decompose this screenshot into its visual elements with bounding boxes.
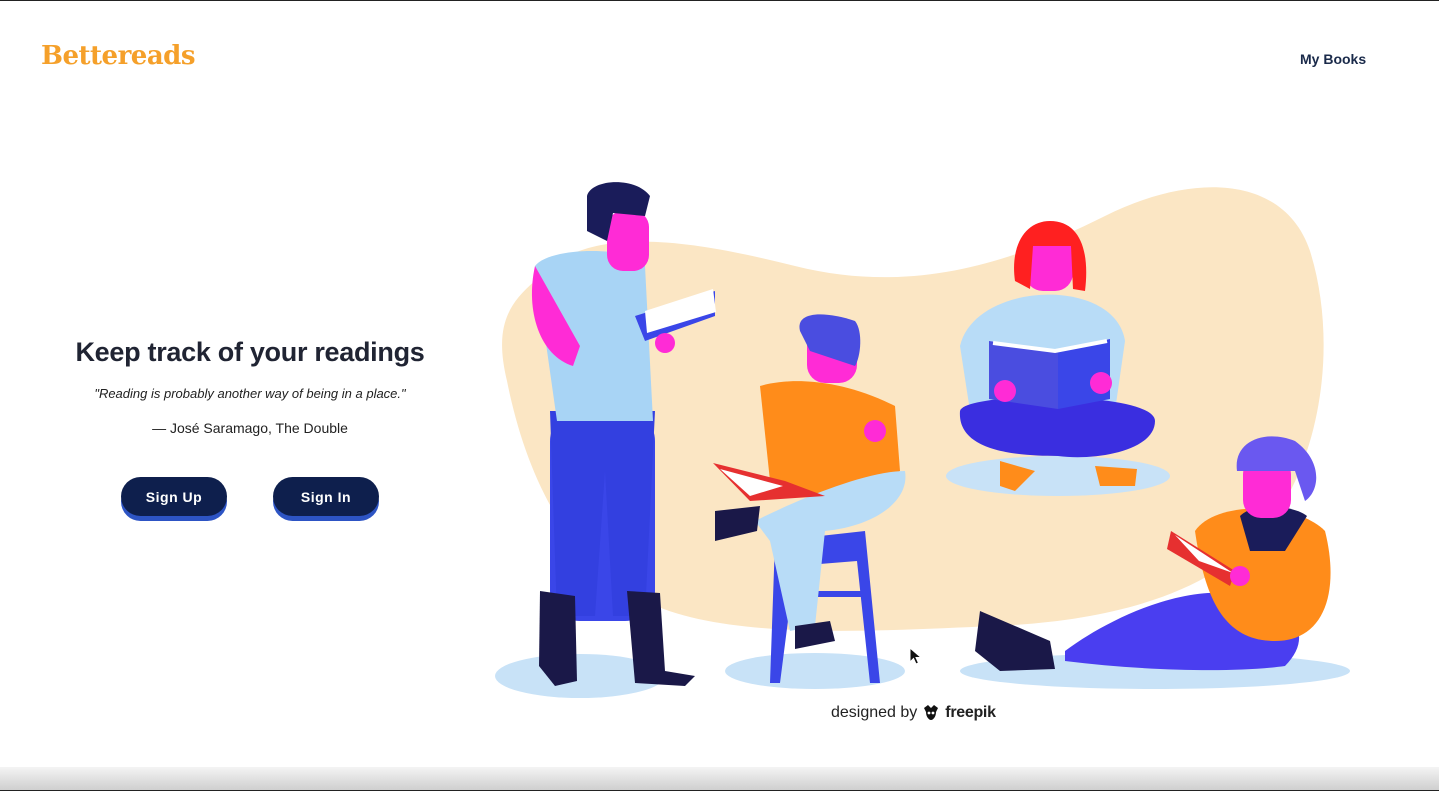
hero-quote-author: — José Saramago, The Double <box>152 420 348 436</box>
hero-title: Keep track of your readings <box>75 337 425 367</box>
freepik-credit[interactable]: designed by freepik <box>831 704 996 722</box>
hero-quote: "Reading is probably another way of bein… <box>94 386 406 401</box>
hero-section: Keep track of your readings "Reading is … <box>40 337 460 436</box>
brand-logo[interactable]: Bettereads <box>41 41 195 71</box>
sign-in-button[interactable]: Sign In <box>273 477 379 516</box>
credit-brand: freepik <box>945 704 996 721</box>
freepik-logo-icon <box>924 705 939 720</box>
ground-shadow <box>946 456 1170 496</box>
readers-illustration <box>495 182 1350 698</box>
sign-up-button[interactable]: Sign Up <box>121 477 227 516</box>
nav-my-books-link[interactable]: My Books <box>1300 51 1366 67</box>
mouse-cursor-icon <box>909 647 923 665</box>
window-bottom-edge <box>0 767 1439 791</box>
credit-prefix: designed by <box>831 704 918 721</box>
landing-page: Bettereads My Books Keep track of your r… <box>0 0 1439 791</box>
